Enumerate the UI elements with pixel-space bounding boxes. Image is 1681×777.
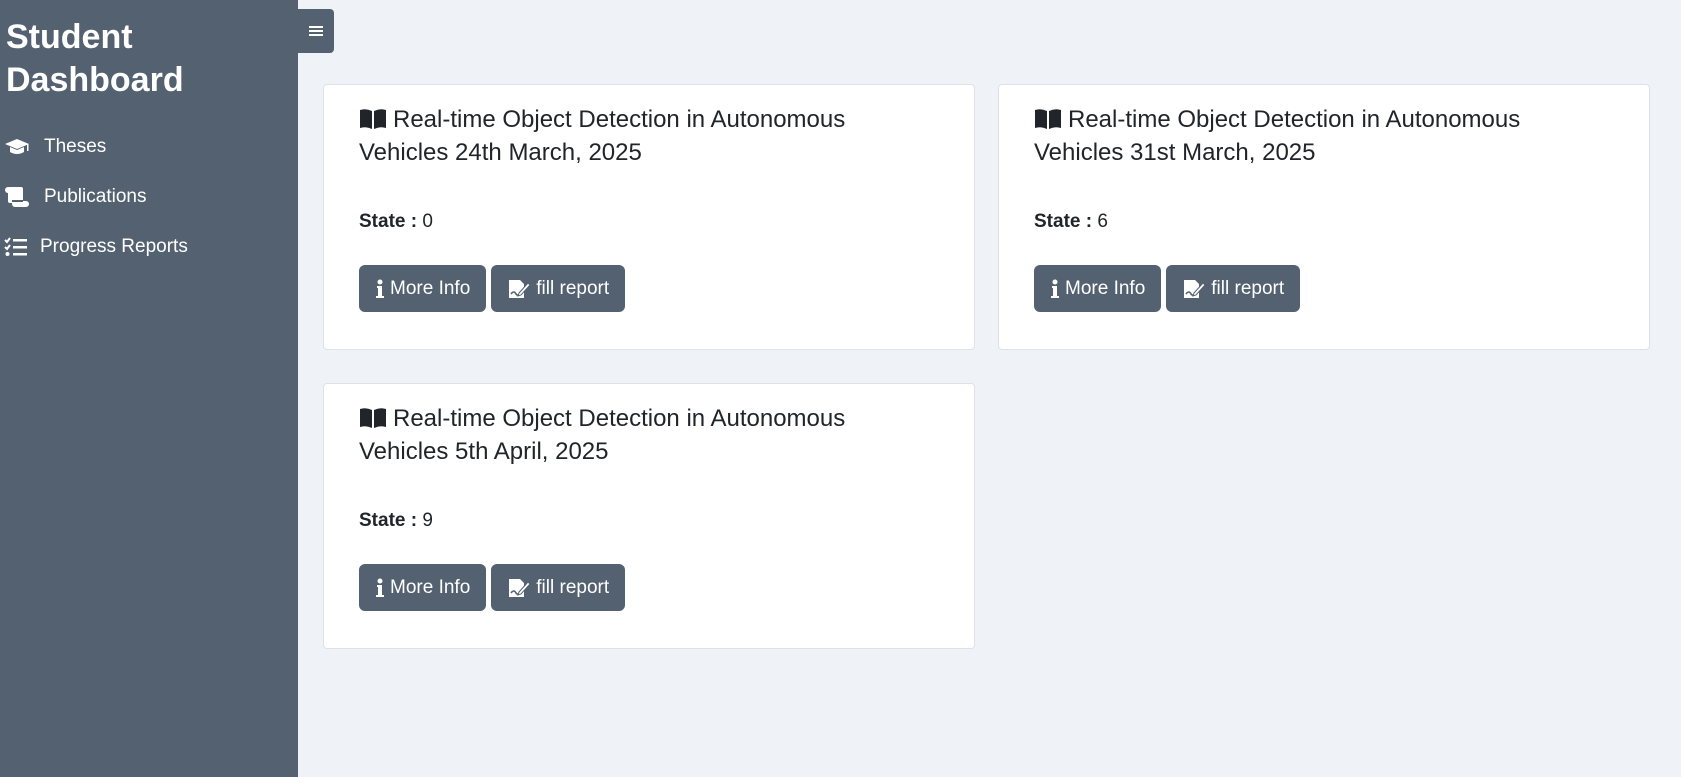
more-info-label: More Info [390, 277, 471, 299]
more-info-button[interactable]: More Info [359, 564, 487, 611]
sidebar-title: Student Dashboard [6, 18, 184, 99]
more-info-button[interactable]: More Info [1034, 265, 1162, 312]
state-value: 6 [1097, 211, 1108, 232]
sidebar-item-label: Publications [44, 186, 147, 207]
book-open-icon [1034, 108, 1062, 138]
card-state: State : 9 [359, 510, 433, 532]
sidebar-item-progress-reports[interactable]: Progress Reports [0, 222, 298, 272]
fill-report-button[interactable]: fill report [491, 265, 626, 312]
sidebar-nav: Theses Publications Progress Reports [0, 122, 298, 272]
file-signature-icon [507, 578, 531, 598]
card-title: Real-time Object Detection in Autonomous… [359, 404, 919, 467]
card-title: Real-time Object Detection in Autonomous… [1034, 105, 1594, 168]
card-actions: More Info fill report [359, 265, 626, 312]
graduation-cap-icon [4, 136, 32, 158]
card-title-text: Real-time Object Detection in Autonomous… [1034, 106, 1521, 166]
list-check-icon [4, 236, 32, 258]
card-actions: More Info fill report [359, 564, 626, 611]
state-value: 9 [422, 510, 433, 531]
fill-report-label: fill report [1211, 277, 1285, 299]
scroll-icon [4, 186, 32, 208]
card-state: State : 0 [359, 211, 433, 233]
card-state: State : 6 [1034, 211, 1108, 233]
fill-report-label: fill report [536, 576, 610, 598]
info-icon [1050, 279, 1060, 299]
state-label: State : [359, 510, 418, 531]
state-label: State : [1034, 211, 1093, 232]
menu-icon [309, 21, 323, 42]
card-title-text: Real-time Object Detection in Autonomous… [359, 106, 846, 166]
sidebar-item-publications[interactable]: Publications [0, 172, 298, 222]
card-actions: More Info fill report [1034, 265, 1301, 312]
fill-report-label: fill report [536, 277, 610, 299]
file-signature-icon [1182, 279, 1206, 299]
more-info-label: More Info [1065, 277, 1146, 299]
info-icon [375, 578, 385, 598]
sidebar-toggle-button[interactable] [298, 9, 334, 53]
book-open-icon [359, 407, 387, 437]
info-icon [375, 279, 385, 299]
card-title: Real-time Object Detection in Autonomous… [359, 105, 919, 168]
file-signature-icon [507, 279, 531, 299]
fill-report-button[interactable]: fill report [491, 564, 626, 611]
sidebar-item-label: Theses [44, 136, 107, 157]
report-card: Real-time Object Detection in Autonomous… [998, 84, 1650, 350]
state-value: 0 [422, 211, 433, 232]
more-info-button[interactable]: More Info [359, 265, 487, 312]
sidebar-item-theses[interactable]: Theses [0, 122, 298, 172]
book-open-icon [359, 108, 387, 138]
report-card: Real-time Object Detection in Autonomous… [323, 383, 975, 649]
card-title-text: Real-time Object Detection in Autonomous… [359, 405, 846, 465]
state-label: State : [359, 211, 418, 232]
sidebar-item-label: Progress Reports [40, 236, 188, 257]
sidebar: Student Dashboard Theses Publications Pr… [0, 0, 298, 777]
more-info-label: More Info [390, 576, 471, 598]
report-card: Real-time Object Detection in Autonomous… [323, 84, 975, 350]
fill-report-button[interactable]: fill report [1166, 265, 1301, 312]
